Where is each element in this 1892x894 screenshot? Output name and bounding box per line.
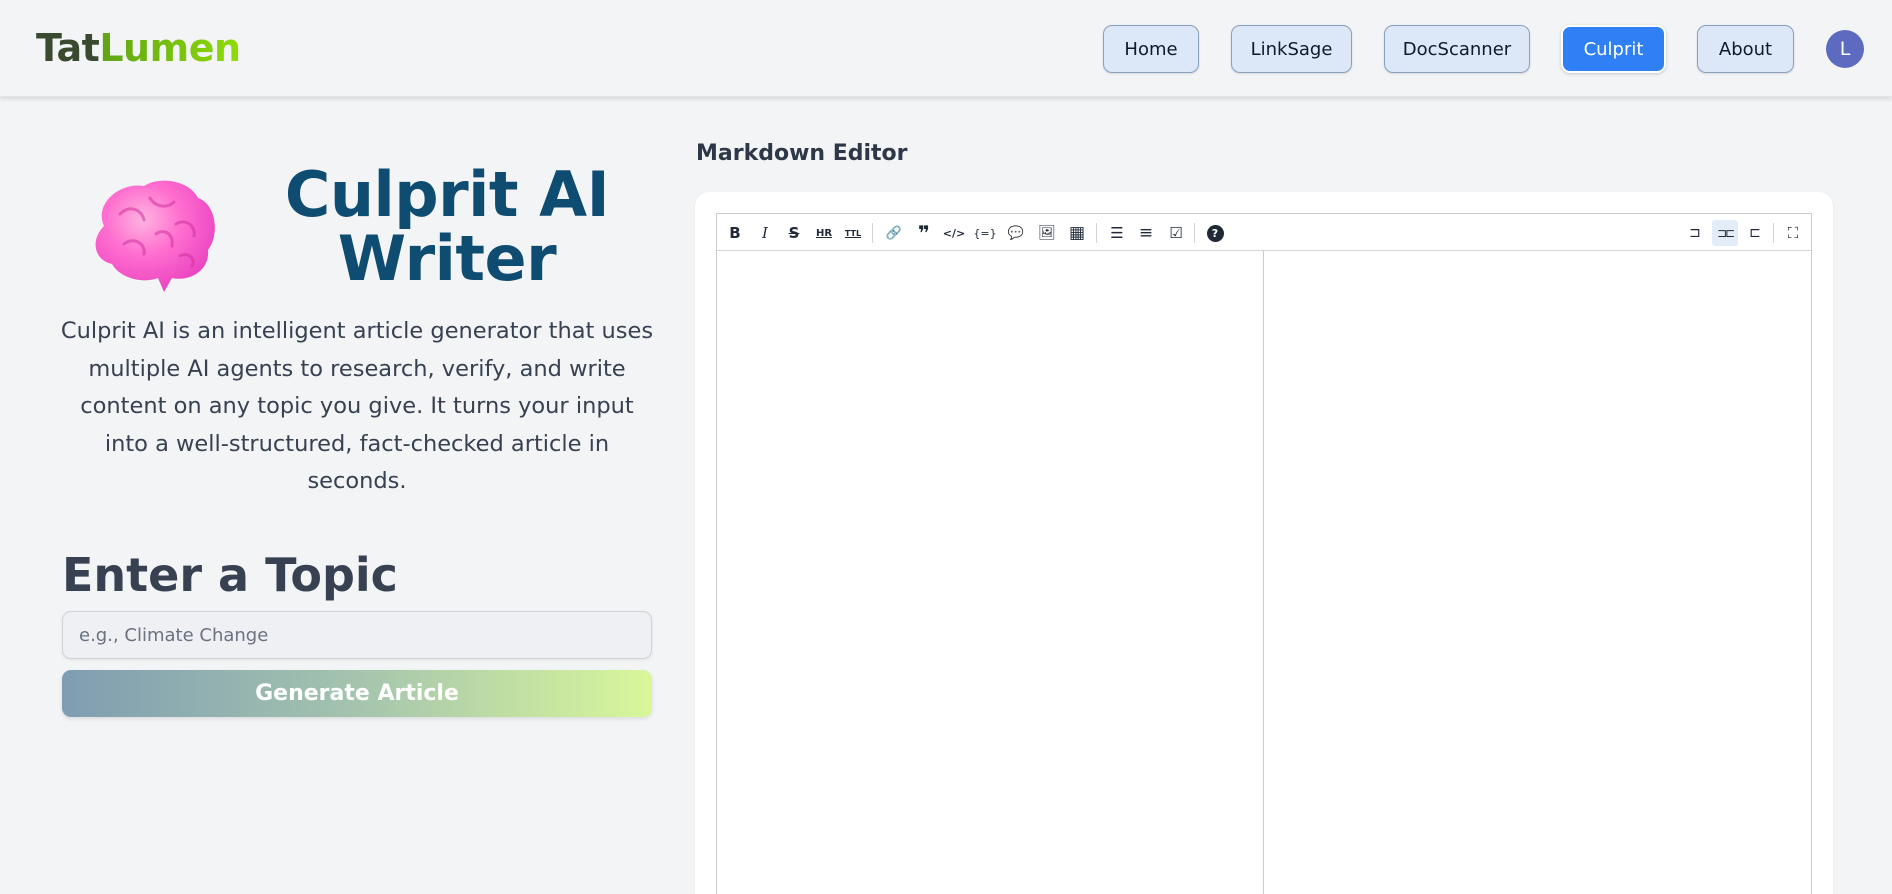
link-icon[interactable]: 🔗 [881, 220, 907, 246]
logo-text-lumen: Lumen [99, 26, 241, 70]
bold-icon[interactable]: B [722, 220, 748, 246]
ordered-list-icon[interactable]: ≡ [1133, 220, 1159, 246]
nav-culprit-button[interactable]: Culprit [1561, 25, 1666, 73]
topic-heading: Enter a Topic [62, 548, 398, 602]
live-mode-icon[interactable]: ⊐⊏ [1712, 220, 1738, 246]
nav-home-button[interactable]: Home [1103, 25, 1199, 73]
help-icon[interactable]: ? [1202, 220, 1228, 246]
nav-linksage-button[interactable]: LinkSage [1231, 25, 1352, 73]
toolbar-divider [1096, 223, 1097, 243]
code-block-icon[interactable]: {=} [972, 220, 998, 246]
user-avatar[interactable]: L [1826, 30, 1864, 68]
strikethrough-icon[interactable]: S [781, 220, 807, 246]
markdown-preview-pane [1264, 251, 1811, 894]
preview-mode-icon[interactable]: ⊏ [1742, 220, 1768, 246]
nav-about-button[interactable]: About [1697, 25, 1794, 73]
editor-toolbar: B I S HR TTL 🔗 ❞ </> {=} 💬 🖼 ▦ ☰ ≡ ☑ ? ⊐… [717, 214, 1811, 251]
edit-mode-icon[interactable]: ⊐ [1682, 220, 1708, 246]
title-icon[interactable]: TTL [840, 220, 866, 246]
help-icon-glyph: ? [1206, 224, 1224, 242]
markdown-input-pane[interactable] [717, 251, 1263, 894]
page-title: Culprit AI Writer [252, 163, 642, 291]
quote-icon[interactable]: ❞ [911, 220, 937, 246]
italic-icon[interactable]: I [752, 220, 778, 246]
image-icon[interactable]: 🖼 [1034, 220, 1060, 246]
page-title-line-1: Culprit AI [284, 158, 610, 231]
generate-article-button[interactable]: Generate Article [62, 670, 652, 717]
checked-list-icon[interactable]: ☑ [1163, 220, 1189, 246]
comment-icon[interactable]: 💬 [1003, 220, 1029, 246]
topic-input[interactable] [62, 611, 652, 659]
tatlumen-logo[interactable]: TatLumen [36, 26, 241, 70]
fullscreen-icon[interactable]: ⛶ [1780, 220, 1806, 246]
page-title-line-2: Writer [337, 222, 557, 295]
code-icon[interactable]: </> [941, 220, 967, 246]
toolbar-divider [1194, 223, 1195, 243]
toolbar-divider [1773, 223, 1774, 243]
nav-docscanner-button[interactable]: DocScanner [1384, 25, 1530, 73]
toolbar-divider [872, 223, 873, 243]
logo-text-tat: Tat [36, 26, 100, 70]
horizontal-rule-icon[interactable]: HR [811, 220, 837, 246]
markdown-editor: B I S HR TTL 🔗 ❞ </> {=} 💬 🖼 ▦ ☰ ≡ ☑ ? ⊐… [716, 213, 1812, 894]
unordered-list-icon[interactable]: ☰ [1104, 220, 1130, 246]
markdown-editor-label: Markdown Editor [696, 141, 908, 166]
top-navigation-bar: TatLumen Home LinkSage DocScanner Culpri… [0, 0, 1892, 97]
hero-description: Culprit AI is an intelligent article gen… [60, 318, 654, 494]
table-icon[interactable]: ▦ [1064, 220, 1090, 246]
brain-icon [95, 180, 215, 292]
